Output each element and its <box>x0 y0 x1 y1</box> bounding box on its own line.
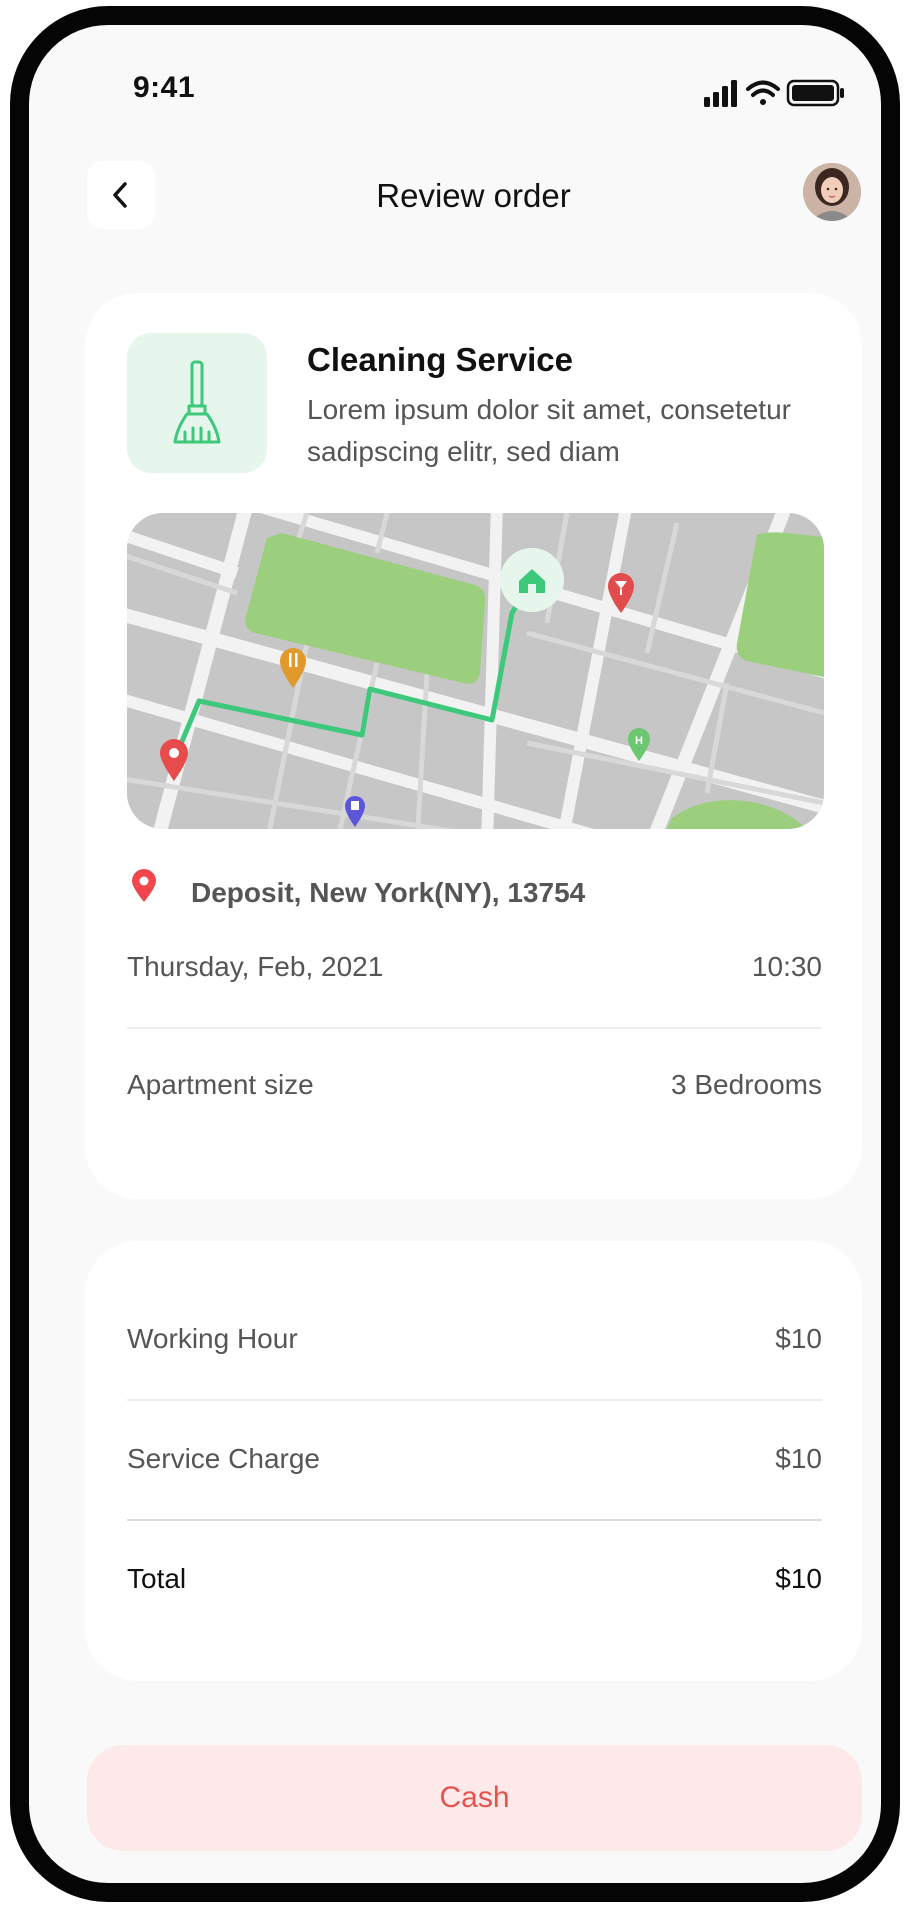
divider <box>127 1399 822 1401</box>
page-title: Review order <box>376 177 571 214</box>
schedule-date: Thursday, Feb, 2021 <box>127 951 384 982</box>
user-avatar-icon <box>803 163 861 221</box>
working-hour-label: Working Hour <box>127 1323 298 1354</box>
apartment-label: Apartment size <box>127 1069 314 1100</box>
total-value: $10 <box>775 1563 822 1594</box>
status-icons <box>704 77 854 114</box>
location-address: Deposit, New York(NY), 13754 <box>191 877 586 908</box>
total-row: Total $10 <box>127 1563 822 1595</box>
signal-icon <box>704 80 737 107</box>
service-charge-label: Service Charge <box>127 1443 320 1474</box>
schedule-row: Thursday, Feb, 2021 10:30 <box>127 951 822 983</box>
divider <box>127 1027 822 1029</box>
cash-button[interactable]: Cash <box>87 1745 862 1851</box>
service-title: Cleaning Service <box>307 341 573 378</box>
service-charge-row: Service Charge $10 <box>127 1443 822 1475</box>
working-hour-row: Working Hour $10 <box>127 1323 822 1355</box>
svg-text:H: H <box>635 735 643 747</box>
route-map[interactable]: H <box>127 513 824 829</box>
status-time: 9:41 <box>133 71 196 104</box>
charges-card: Working Hour $10 Service Charge $10 Tota… <box>85 1241 862 1681</box>
service-description: Lorem ipsum dolor sit amet, consetetur s… <box>307 394 791 467</box>
service-charge-value: $10 <box>775 1443 822 1474</box>
avatar[interactable] <box>803 163 861 221</box>
phone-frame: 9:41 Review order Cleaning Service Lorem… <box>10 6 900 1902</box>
divider <box>127 1519 822 1521</box>
apartment-row: Apartment size 3 Bedrooms <box>127 1069 822 1101</box>
home-pin-icon <box>500 548 564 612</box>
header: Review order <box>29 159 881 239</box>
location-pin-icon <box>132 869 156 902</box>
apartment-value: 3 Bedrooms <box>671 1069 822 1100</box>
broom-icon <box>173 360 221 444</box>
screen: 9:41 Review order Cleaning Service Lorem… <box>29 25 881 1902</box>
status-bar: 9:41 <box>29 25 881 129</box>
wifi-icon <box>746 80 780 105</box>
schedule-time: 10:30 <box>751 951 822 982</box>
location-row: Deposit, New York(NY), 13754 <box>127 867 824 917</box>
service-icon-box <box>127 333 267 473</box>
working-hour-value: $10 <box>775 1323 822 1354</box>
battery-icon <box>786 79 844 107</box>
total-label: Total <box>127 1563 187 1594</box>
secondary-payment-button[interactable] <box>87 1885 862 1902</box>
service-card: Cleaning Service Lorem ipsum dolor sit a… <box>85 293 862 1199</box>
